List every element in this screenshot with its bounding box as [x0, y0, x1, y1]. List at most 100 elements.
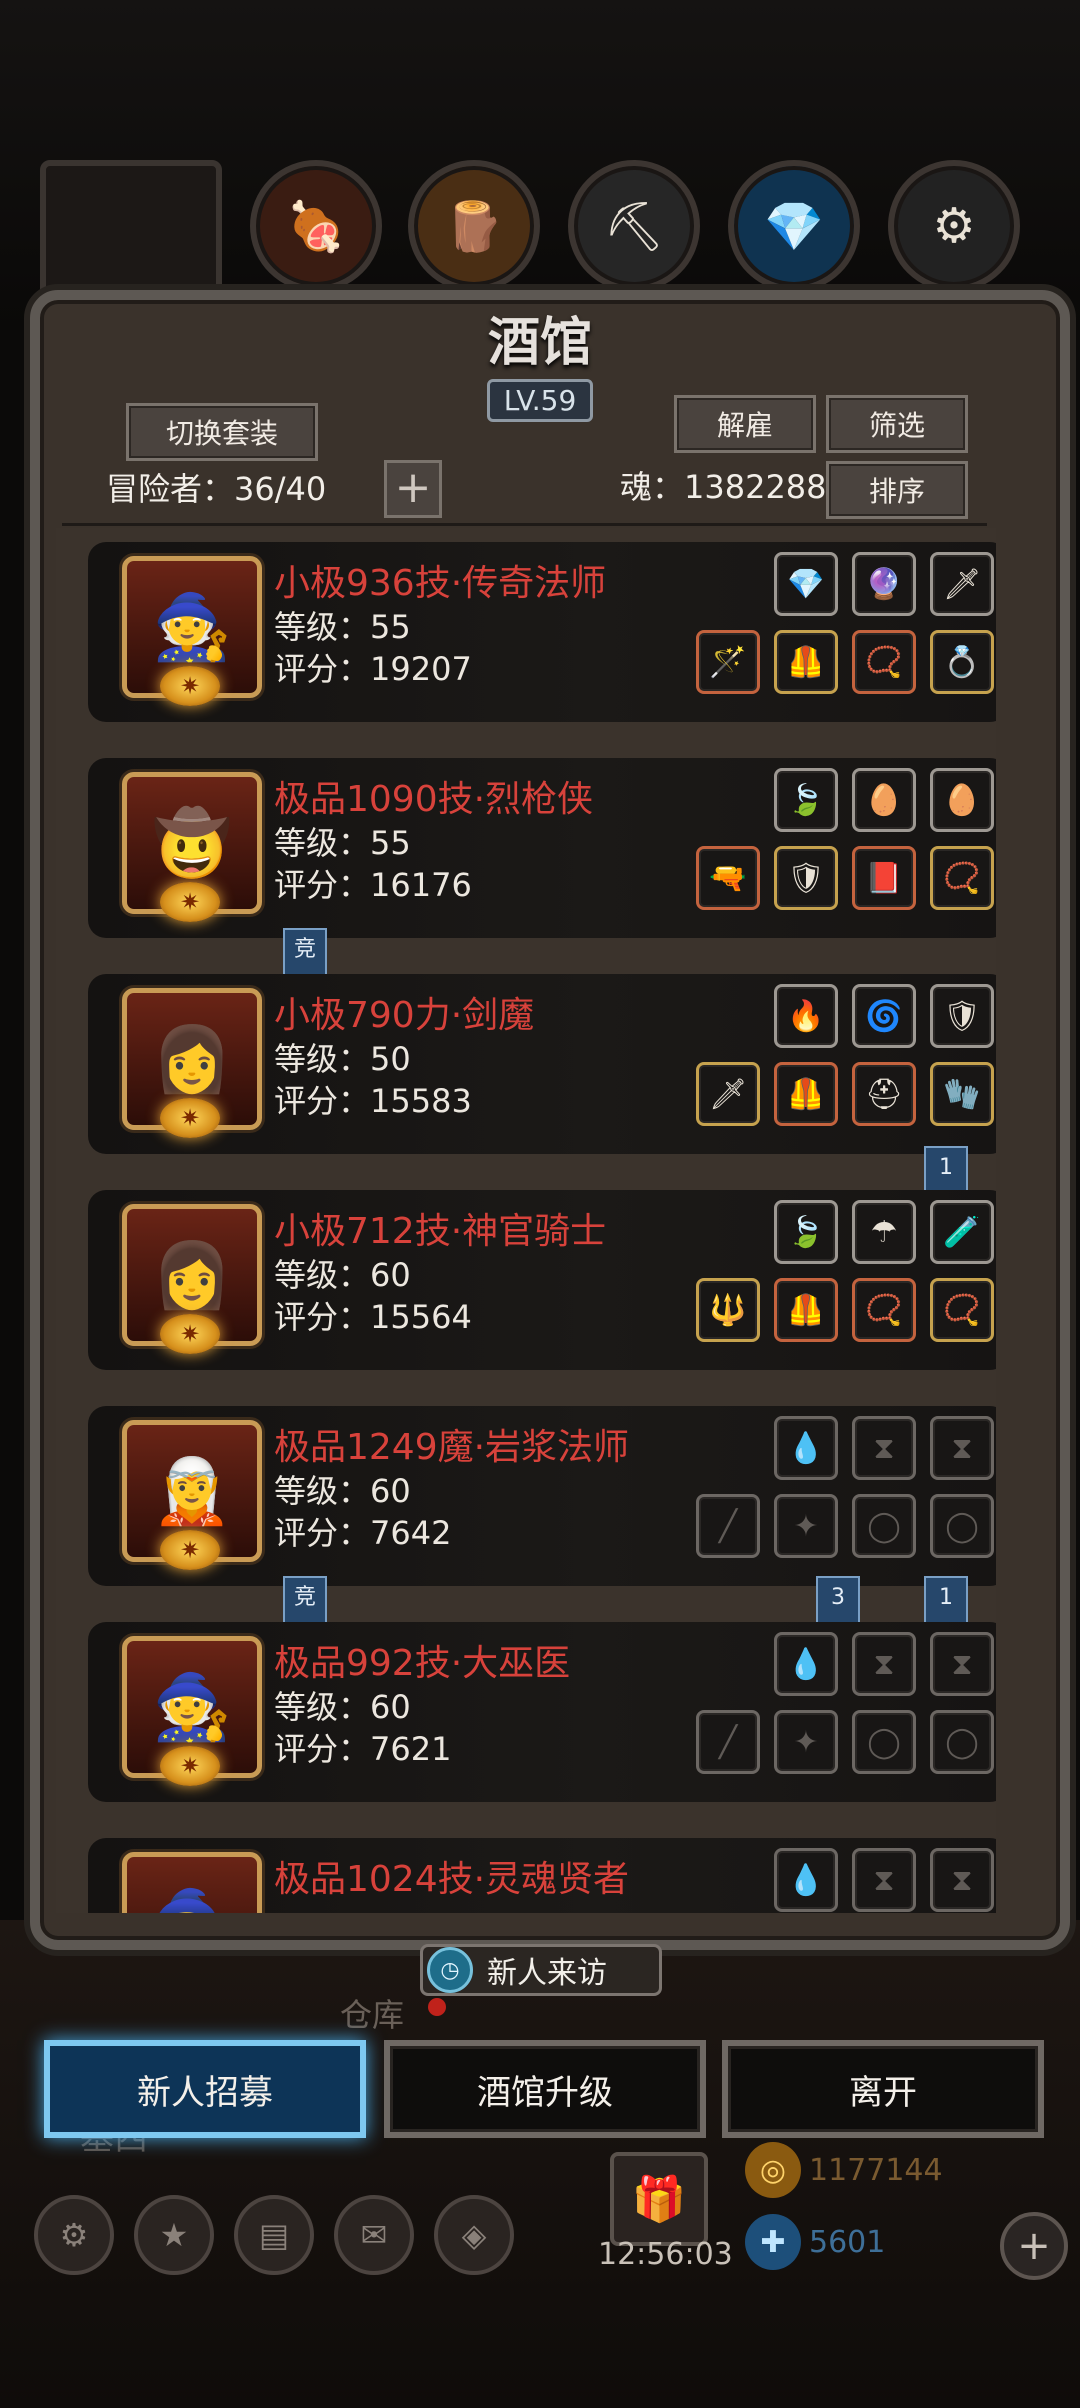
- meat-resource-icon[interactable]: 🍖: [250, 160, 382, 292]
- equip-slot[interactable]: ☂: [852, 1200, 916, 1264]
- empty-equip-slot[interactable]: 💧: [774, 1416, 838, 1480]
- hero-card[interactable]: 🧙 ✷ 小极936技·传奇法师 等级：55 评分：19207 💎 🔮 🗡 🪄 🦺…: [88, 542, 996, 722]
- empty-equip-slot[interactable]: ◯: [852, 1494, 916, 1558]
- new-visitor-button[interactable]: ◷ 新人来访: [420, 1944, 662, 1996]
- equip-slot[interactable]: 🍃: [774, 1200, 838, 1264]
- gift-icon[interactable]: 🎁: [610, 2152, 708, 2246]
- equip-slot[interactable]: 🔫: [696, 846, 760, 910]
- mail-icon[interactable]: ✉: [334, 2195, 414, 2275]
- ore-resource-icon[interactable]: ⚙: [888, 160, 1020, 292]
- add-capacity-button[interactable]: +: [384, 460, 442, 518]
- empty-equip-slot[interactable]: 💧: [774, 1848, 838, 1912]
- equip-slot[interactable]: 🥚: [852, 768, 916, 832]
- hero-portrait: 🧙: [122, 1852, 262, 1913]
- star-medal-icon: ✷: [160, 1530, 220, 1570]
- equip-slot[interactable]: 📿: [930, 846, 994, 910]
- hero-level: 等级：60: [274, 1688, 411, 1726]
- equip-slot[interactable]: 🔥: [774, 984, 838, 1048]
- star-medal-icon: ✷: [160, 1746, 220, 1786]
- tavern-title: 酒馆: [487, 312, 592, 373]
- hero-card[interactable]: 🤠 ✷ 极品1090技·烈枪侠 等级：55 评分：16176 🍃 🥚 🥚 🔫 🛡…: [88, 758, 996, 938]
- equip-slot[interactable]: ⛑: [852, 1062, 916, 1126]
- star-medal-icon: ✷: [160, 882, 220, 922]
- recruit-button[interactable]: 新人招募: [44, 2040, 366, 2138]
- equip-slot[interactable]: 🔮: [852, 552, 916, 616]
- adventurer-count: 冒险者：36/40: [106, 470, 327, 508]
- equip-slot[interactable]: 📿: [852, 630, 916, 694]
- hero-card[interactable]: 🧙 极品1024技·灵魂贤者 💧 ⧗ ⧗: [88, 1838, 996, 1913]
- empty-equip-slot[interactable]: ◯: [852, 1710, 916, 1774]
- equip-slot[interactable]: 🌀: [852, 984, 916, 1048]
- empty-equip-slot[interactable]: ✦: [774, 1710, 838, 1774]
- add-currency-button[interactable]: +: [1000, 2212, 1068, 2280]
- clock-time: 12:56:03: [598, 2237, 733, 2272]
- equip-slot[interactable]: 🛡: [774, 846, 838, 910]
- crystal-resource-icon[interactable]: 💎: [728, 160, 860, 292]
- clock-icon: ◷: [427, 1947, 473, 1993]
- hero-card[interactable]: 👩 ✷ 小极790力·剑魔 等级：50 评分：15583 🔥 🌀 🛡 🗡 🦺 ⛑…: [88, 974, 996, 1154]
- empty-equip-slot[interactable]: ⧗: [930, 1848, 994, 1912]
- dismiss-button[interactable]: 解雇: [674, 395, 816, 453]
- equip-slot[interactable]: 🪄: [696, 630, 760, 694]
- star-medal-icon: ✷: [160, 1314, 220, 1354]
- filter-button[interactable]: 筛选: [826, 395, 968, 453]
- switch-set-button[interactable]: 切换套装: [126, 403, 318, 461]
- soul-count: 魂：1382288: [620, 468, 827, 506]
- book-icon[interactable]: ▤: [234, 2195, 314, 2275]
- upgrade-tavern-button[interactable]: 酒馆升级: [384, 2040, 706, 2138]
- tavern-header: 酒馆 LV.59: [430, 300, 650, 422]
- empty-equip-slot[interactable]: 💧: [774, 1632, 838, 1696]
- wood-resource-icon[interactable]: 🪵: [408, 160, 540, 292]
- empty-equip-slot[interactable]: ⧗: [852, 1416, 916, 1480]
- empty-equip-slot[interactable]: ⧗: [852, 1632, 916, 1696]
- hero-level: 等级：50: [274, 1040, 411, 1078]
- dice-icon[interactable]: ◈: [434, 2195, 514, 2275]
- equip-slot[interactable]: 🧤: [930, 1062, 994, 1126]
- hero-list[interactable]: 🧙 ✷ 小极936技·传奇法师 等级：55 评分：19207 💎 🔮 🗡 🪄 🦺…: [56, 528, 996, 1913]
- equip-slot[interactable]: 🗡: [696, 1062, 760, 1126]
- hero-card[interactable]: 🧝 ✷ 极品1249魔·岩浆法师 等级：60 评分：7642 💧 ⧗ ⧗ ╱ ✦…: [88, 1406, 996, 1586]
- empty-equip-slot[interactable]: ◯: [930, 1710, 994, 1774]
- hero-name: 极品1249魔·岩浆法师: [274, 1427, 630, 1468]
- warehouse-label[interactable]: 仓库: [340, 1990, 404, 2036]
- empty-equip-slot[interactable]: ⧗: [930, 1632, 994, 1696]
- empty-equip-slot[interactable]: ✦: [774, 1494, 838, 1558]
- gold-amount: 1177144: [809, 2152, 943, 2188]
- equip-slot[interactable]: 🦺: [774, 630, 838, 694]
- equip-slot[interactable]: 🥚: [930, 768, 994, 832]
- hero-name: 极品1090技·烈枪侠: [274, 779, 594, 820]
- empty-equip-slot[interactable]: ⧗: [852, 1848, 916, 1912]
- empty-equip-slot[interactable]: ╱: [696, 1710, 760, 1774]
- equip-slot[interactable]: 🔱: [696, 1278, 760, 1342]
- hero-level: 等级：55: [274, 608, 411, 646]
- hero-score: 评分：15583: [274, 1082, 472, 1120]
- settings-icon[interactable]: ⚙: [34, 2195, 114, 2275]
- empty-equip-slot[interactable]: ◯: [930, 1494, 994, 1558]
- equip-slot[interactable]: 🦺: [774, 1278, 838, 1342]
- leave-button[interactable]: 离开: [722, 2040, 1044, 2138]
- iron-resource-icon[interactable]: ⛏: [568, 160, 700, 292]
- empty-equip-slot[interactable]: ⧗: [930, 1416, 994, 1480]
- sort-button[interactable]: 排序: [826, 461, 968, 519]
- hero-score: 评分：7642: [274, 1514, 452, 1552]
- equip-slot[interactable]: 📿: [930, 1278, 994, 1342]
- equip-slot[interactable]: 💎: [774, 552, 838, 616]
- hero-name: 小极790力·剑魔: [274, 995, 535, 1036]
- hero-card[interactable]: 👩 ✷ 小极712技·神官骑士 等级：60 评分：15564 🍃 ☂ 🧪 🔱 🦺…: [88, 1190, 996, 1370]
- gem-amount: 5601: [809, 2224, 886, 2260]
- hero-name: 小极936技·传奇法师: [274, 563, 607, 604]
- empty-equip-slot[interactable]: ╱: [696, 1494, 760, 1558]
- count-tag: 1: [924, 1146, 968, 1194]
- star-icon[interactable]: ★: [134, 2195, 214, 2275]
- count-tag: 1: [924, 1576, 968, 1624]
- equip-slot[interactable]: 🍃: [774, 768, 838, 832]
- star-medal-icon: ✷: [160, 1098, 220, 1138]
- equip-slot[interactable]: 🗡: [930, 552, 994, 616]
- equip-slot[interactable]: 🦺: [774, 1062, 838, 1126]
- equip-slot[interactable]: 📕: [852, 846, 916, 910]
- equip-slot[interactable]: 💍: [930, 630, 994, 694]
- equip-slot[interactable]: 📿: [852, 1278, 916, 1342]
- hero-card[interactable]: 🧙 ✷ 极品992技·大巫医 等级：60 评分：7621 💧 ⧗ ⧗ ╱ ✦ ◯…: [88, 1622, 996, 1802]
- equip-slot[interactable]: 🛡: [930, 984, 994, 1048]
- equip-slot[interactable]: 🧪: [930, 1200, 994, 1264]
